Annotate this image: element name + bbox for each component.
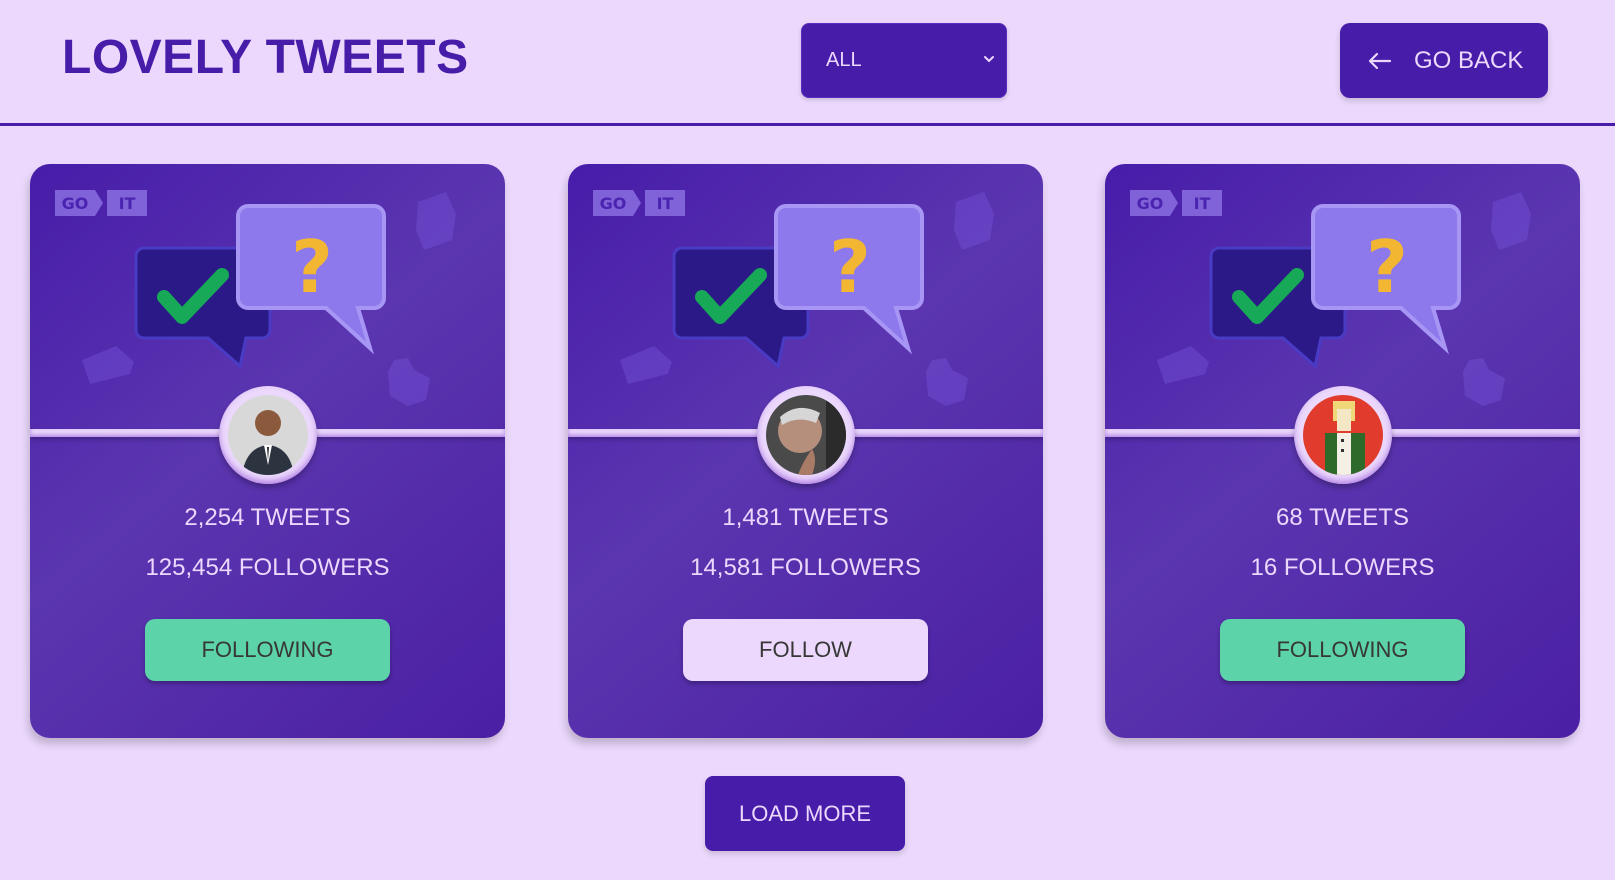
- user-photo: [766, 395, 846, 475]
- goit-logo: GO IT: [593, 190, 685, 216]
- followers-count: 125,454 FOLLOWERS: [145, 554, 390, 581]
- tweets-count: 1,481 TWEETS: [722, 504, 889, 531]
- user-card: GO IT 2,254 TWEETS 125,454 FOLLOWERS FOL…: [30, 164, 505, 738]
- following-button[interactable]: FOLLOWING: [145, 619, 390, 681]
- follow-button[interactable]: FOLLOW: [683, 619, 928, 681]
- followers-count: 16 FOLLOWERS: [1250, 554, 1435, 581]
- go-back-label: GO BACK: [1414, 46, 1524, 74]
- avatar: [219, 386, 317, 484]
- tweets-count: 2,254 TWEETS: [184, 504, 351, 531]
- page-title: LOVELY TWEETS: [62, 31, 469, 84]
- user-card: GO IT 1,481 TWEETS 14,581 FOLLOWERS FOLL…: [568, 164, 1043, 738]
- page-header: LOVELY TWEETS ALL GO BACK: [0, 0, 1615, 126]
- go-back-button[interactable]: GO BACK: [1340, 23, 1548, 98]
- followers-count: 14,581 FOLLOWERS: [690, 554, 921, 581]
- svg-text:IT: IT: [657, 194, 674, 213]
- chevron-down-icon: [984, 56, 994, 63]
- tweets-count: 68 TWEETS: [1276, 504, 1409, 531]
- avatar: [757, 386, 855, 484]
- goit-logo: GO IT: [1130, 190, 1222, 216]
- goit-logo: GO IT: [55, 190, 147, 216]
- user-photo: [1303, 395, 1383, 475]
- svg-text:IT: IT: [119, 194, 136, 213]
- filter-select[interactable]: ALL: [801, 23, 1007, 98]
- user-photo: [228, 395, 308, 475]
- following-button[interactable]: FOLLOWING: [1220, 619, 1465, 681]
- user-card: GO IT 68 TWEETS 16 FOLLOWERS FOLLOWING: [1105, 164, 1580, 738]
- svg-text:GO: GO: [62, 194, 89, 213]
- avatar: [1294, 386, 1392, 484]
- filter-select-value: ALL: [826, 49, 862, 71]
- load-more-button[interactable]: LOAD MORE: [705, 776, 905, 851]
- svg-text:GO: GO: [600, 194, 627, 213]
- svg-text:IT: IT: [1194, 194, 1211, 213]
- svg-text:GO: GO: [1137, 194, 1164, 213]
- arrow-left-icon: [1368, 52, 1392, 69]
